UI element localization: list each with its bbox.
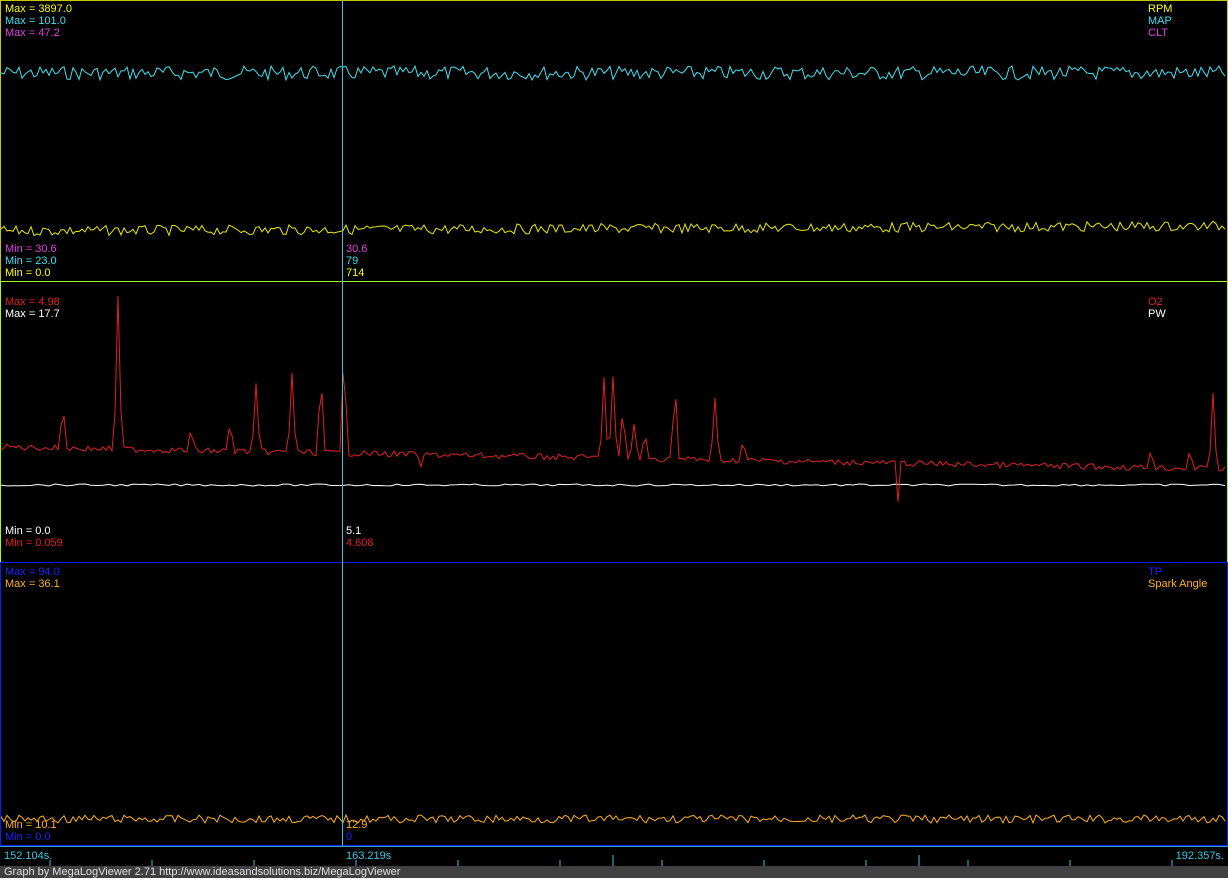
max-label-1: Max = 101.0 — [5, 15, 66, 27]
channel-name-0: TP — [1148, 566, 1163, 578]
min-labels: Min = 30.6 Min = 23.0 Min = 0.0 — [5, 243, 57, 279]
panel1-traces — [1, 64, 1226, 237]
max-label-1: Max = 36.1 — [5, 578, 60, 590]
pw-trace — [1, 483, 1226, 487]
min-labels: Min = 10.1 Min = 0.0 — [5, 819, 57, 843]
min-labels: Min = 0.0 Min = 0.059 — [5, 525, 63, 549]
rpm-trace — [1, 220, 1226, 237]
channel-names[interactable]: RPM MAP CLT — [1148, 3, 1172, 39]
cursor-value-0: 30.6 — [346, 243, 368, 255]
cursor-value-2: 714 — [346, 267, 365, 279]
panel2-traces — [1, 296, 1226, 503]
cursor-value-1: 4.608 — [346, 537, 374, 549]
map-trace — [1, 64, 1226, 82]
cursor-value-1: 79 — [346, 255, 359, 267]
max-labels: Max = 4.98 Max = 17.7 — [5, 296, 60, 320]
cursor-value-0: 12.9 — [346, 819, 368, 831]
channel-name-0: RPM — [1148, 3, 1173, 15]
min-label-0: Min = 10.1 — [5, 819, 57, 831]
min-label-1: Min = 0.0 — [5, 831, 51, 843]
max-label-0: Max = 3897.0 — [5, 3, 72, 15]
max-label-0: Max = 4.98 — [5, 296, 60, 308]
max-label-2: Max = 47.2 — [5, 27, 60, 39]
max-label-1: Max = 17.7 — [5, 308, 60, 320]
cursor-values: 30.6 79 714 — [346, 243, 367, 279]
max-labels: Max = 3897.0 Max = 101.0 Max = 47.2 — [5, 3, 72, 39]
cursor-values: 12.9 0 — [346, 819, 367, 843]
time-cursor-line[interactable] — [342, 0, 343, 846]
graph-panel-engine[interactable]: Max = 3897.0 Max = 101.0 Max = 47.2 RPM MAP… — [0, 0, 1228, 282]
time-end-label: 192.357s. — [1175, 850, 1224, 862]
min-label-2: Min = 0.0 — [5, 267, 51, 279]
o2-trace — [1, 296, 1226, 503]
time-start-label: 152.104s. — [4, 850, 53, 862]
channel-name-1: MAP — [1148, 15, 1172, 27]
channel-name-1: PW — [1148, 308, 1166, 320]
min-label-1: Min = 0.059 — [5, 537, 63, 549]
channel-name-2: CLT — [1148, 27, 1168, 39]
channel-name-1: Spark Angle — [1148, 578, 1208, 590]
channel-name-0: O2 — [1148, 296, 1163, 308]
cursor-value-1: 0 — [346, 831, 353, 843]
max-labels: Max = 94.0 Max = 36.1 — [5, 566, 60, 590]
panel3-traces — [1, 813, 1226, 825]
channel-names[interactable]: O2 PW — [1148, 296, 1166, 320]
cursor-values: 5.1 4.608 — [346, 525, 374, 549]
cursor-value-0: 5.1 — [346, 525, 362, 537]
time-axis-bar[interactable]: 152.104s. 163.219s 192.357s. — [0, 846, 1228, 866]
graph-panel-ignition[interactable]: Max = 94.0 Max = 36.1 TP Spark Angle Min =… — [0, 562, 1228, 846]
min-label-1: Min = 23.0 — [5, 255, 57, 267]
min-label-0: Min = 0.0 — [5, 525, 51, 537]
time-cursor-label: 163.219s — [346, 850, 392, 862]
spark-angle-trace — [1, 813, 1226, 825]
channel-names[interactable]: TP Spark Angle — [1148, 566, 1207, 590]
footer-credit: Graph by MegaLogViewer 2.71 http://www.i… — [0, 866, 1228, 878]
min-label-0: Min = 30.6 — [5, 243, 57, 255]
time-ticks — [49, 855, 1173, 866]
graph-panel-fuel[interactable]: Max = 4.98 Max = 17.7 O2 PW Min = 0.0 Min =… — [0, 281, 1228, 563]
max-label-0: Max = 94.0 — [5, 566, 60, 578]
